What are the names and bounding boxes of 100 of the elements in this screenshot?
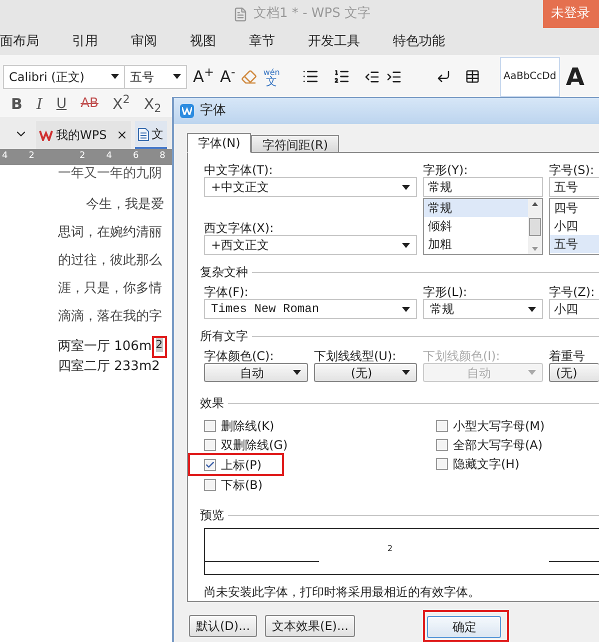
subscript-button[interactable]: X$_{2}$ — [144, 92, 162, 116]
style-input-field[interactable]: 常规 — [423, 177, 543, 197]
field-label: 字形(Y): — [423, 162, 469, 177]
checkbox-label: 双删除线(G) — [221, 436, 288, 454]
paragraph-line: 思词，在婉约清丽 — [58, 224, 162, 242]
return-arrow-icon[interactable] — [436, 69, 451, 84]
underline-button[interactable]: U — [56, 94, 67, 114]
list-option[interactable]: 小四 — [550, 217, 599, 235]
dialog-tab[interactable]: 字符间距(R) — [251, 135, 340, 153]
dialog-button[interactable]: 默认(D)... — [189, 615, 258, 637]
list-option[interactable]: 四号 — [550, 199, 599, 217]
checkbox[interactable] — [204, 420, 216, 432]
check-icon — [205, 460, 215, 470]
list-option[interactable]: 倾斜 — [424, 217, 528, 235]
dropdown-arrow-icon — [402, 370, 410, 375]
checkbox[interactable] — [204, 458, 216, 470]
preview-text: 2 — [387, 543, 393, 555]
style-preview-large[interactable]: A — [566, 58, 584, 95]
section-heading: 效果 — [200, 395, 224, 412]
dropdown-arrow-icon — [111, 74, 119, 80]
dropdown-arrow-icon — [402, 306, 410, 312]
ruler-number: 6 — [132, 150, 139, 164]
dropdown-button[interactable]: (无) — [314, 363, 417, 382]
italic-button[interactable]: I — [36, 92, 42, 116]
complex-font-dropdown[interactable]: Times New Roman — [204, 299, 417, 319]
document-tab[interactable]: 文 — [134, 121, 167, 149]
field-label: 字体颜色(C): — [204, 348, 275, 363]
menu-item[interactable]: 引用 — [72, 32, 98, 52]
checkbox-label: 下标(B) — [221, 476, 263, 494]
checkbox[interactable] — [204, 478, 216, 490]
checkbox[interactable] — [436, 420, 448, 432]
menu-item[interactable]: 开发工具 — [308, 32, 360, 52]
western-font-dropdown[interactable]: +西文正文 — [204, 235, 417, 255]
dialog-tab[interactable]: 字体(N) — [187, 133, 252, 153]
checkbox[interactable] — [204, 438, 216, 450]
dialog-title: 字体 — [200, 102, 226, 120]
numbered-list-icon[interactable] — [332, 68, 350, 86]
scrollbar[interactable] — [528, 199, 542, 254]
dropdown-arrow-icon — [173, 74, 181, 80]
paragraph-line: 今生，我是爱 — [86, 196, 164, 214]
table-icon[interactable] — [464, 69, 480, 84]
style-listbox[interactable]: 常规 倾斜 加粗 — [423, 198, 543, 255]
checkbox[interactable] — [436, 458, 448, 470]
field-label: 下划线线型(U): — [314, 348, 398, 363]
style-preview[interactable]: AaBbCcDd — [500, 56, 560, 97]
room-text: 四室二厅 233m — [58, 358, 152, 376]
complex-style-dropdown[interactable]: 常规 — [423, 299, 543, 319]
indent-icon[interactable] — [386, 68, 402, 85]
shrink-font-button[interactable]: A$^{-}$ — [220, 64, 236, 89]
field-label: 字号(Z): — [549, 284, 596, 299]
font-name-dropdown[interactable]: Calibri (正文) — [3, 64, 125, 89]
checkbox-label: 小型大写字母(M) — [453, 418, 545, 434]
font-warning-text: 尚未安装此字体，打印时将采用最相近的有效字体。 — [204, 584, 481, 601]
dropdown-button[interactable]: (无) — [549, 363, 599, 382]
field-label: 下划线颜色(I): — [423, 348, 501, 363]
section-heading: 所有文字 — [200, 328, 248, 345]
ruler-number: 4 — [2, 150, 8, 164]
room-text: 两室一厅 106m — [58, 338, 152, 356]
font-size-dropdown[interactable]: 五号 — [125, 64, 187, 89]
pinyin-button[interactable]: wén 文 — [263, 68, 280, 86]
document-icon — [232, 6, 248, 22]
menu-item[interactable]: 章节 — [249, 32, 275, 52]
ruler-number: 2 — [28, 150, 34, 164]
app-logo-icon — [180, 104, 194, 118]
size-listbox[interactable]: 四号 小四 五号 — [549, 198, 599, 255]
list-option[interactable]: 常规 — [424, 199, 528, 217]
paragraph-line: 滴滴，落在我的字 — [58, 308, 162, 326]
paragraph-line: 的过往，彼此那么 — [58, 252, 162, 270]
checkbox-label: 删除线(K) — [221, 418, 274, 434]
checkbox-label: 隐藏文字(H) — [453, 456, 520, 472]
field-label: 字体(F): — [204, 284, 250, 299]
menu-item[interactable]: 审阅 — [131, 32, 157, 52]
complex-size-dropdown[interactable]: 小四 — [549, 299, 599, 319]
menu-item[interactable]: 视图 — [190, 32, 216, 52]
bold-button[interactable]: B — [11, 92, 22, 116]
eraser-icon[interactable] — [241, 68, 258, 85]
document-tab[interactable]: 我的WPS — [36, 121, 131, 149]
grow-font-button[interactable]: A$^{+}$ — [193, 64, 214, 89]
superscript-button[interactable]: X$^{2}$ — [112, 92, 130, 116]
list-option[interactable]: 五号 — [550, 235, 599, 253]
field-label: 字形(L): — [423, 284, 468, 299]
field-label: 字号(S): — [549, 162, 596, 177]
close-icon[interactable] — [116, 129, 128, 141]
unit-mark: 2 — [156, 338, 163, 352]
dialog-button[interactable]: 文本效果(E)... — [265, 615, 356, 637]
menu-item[interactable]: 面布局 — [0, 32, 39, 52]
chinese-font-dropdown[interactable]: +中文正文 — [204, 177, 417, 197]
checkbox[interactable] — [436, 438, 448, 450]
menu-item[interactable]: 特色功能 — [393, 32, 445, 52]
dropdown-button[interactable]: 自动 — [204, 363, 308, 382]
size-input-field[interactable]: 五号 — [549, 177, 599, 197]
window-title: 文档1 * - WPS 文字 — [254, 5, 370, 24]
dialog-button[interactable]: 确定 — [427, 616, 502, 638]
wps-logo-icon — [39, 130, 53, 140]
strikethrough-button[interactable]: AB — [80, 94, 98, 114]
ruler-number: 4 — [106, 150, 112, 164]
outdent-icon[interactable] — [364, 68, 380, 85]
dropdown-arrow-icon — [528, 306, 536, 312]
checkbox-label: 上标(P) — [221, 456, 262, 474]
list-option[interactable]: 加粗 — [424, 235, 528, 253]
